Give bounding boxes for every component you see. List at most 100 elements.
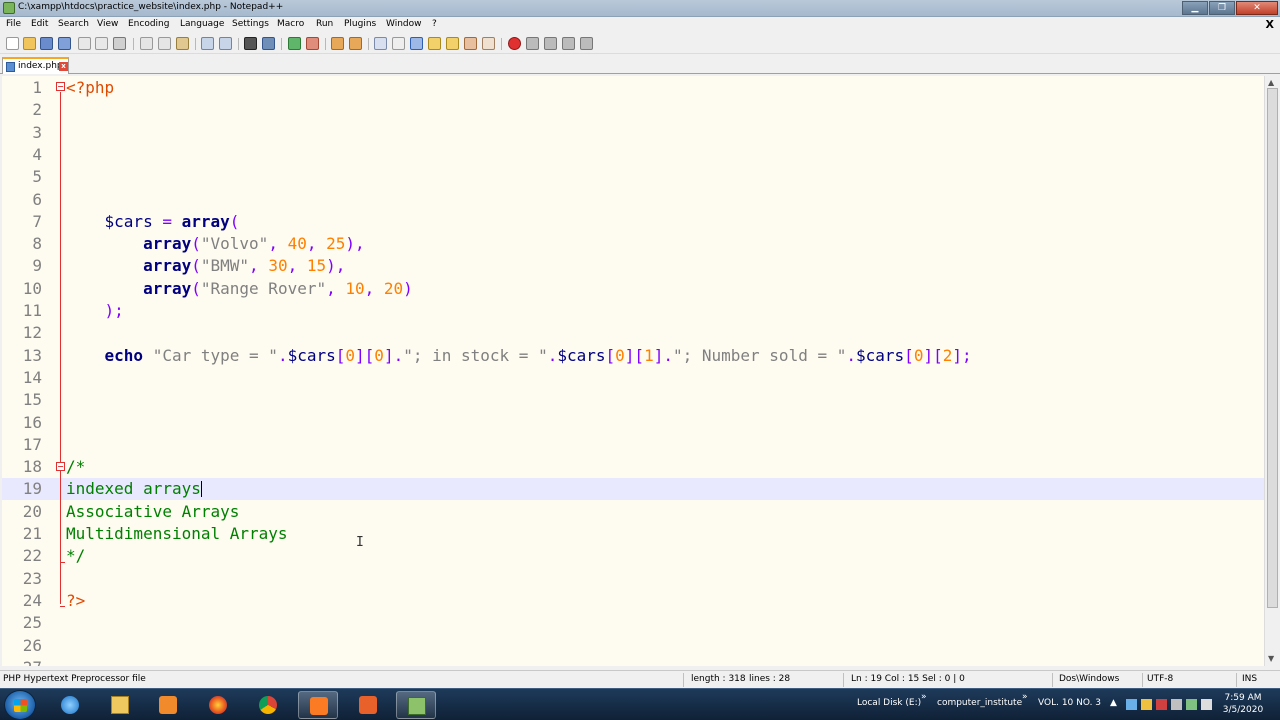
wifi-icon[interactable] (1186, 699, 1197, 710)
code-line[interactable]: 11 ); (2, 300, 1264, 322)
status-insert-mode[interactable]: INS (1242, 674, 1257, 684)
menu-encoding[interactable]: Encoding (128, 19, 169, 29)
taskbar-office[interactable] (348, 691, 388, 719)
code-line[interactable]: 17 (2, 434, 1264, 456)
code-line[interactable]: 14 (2, 367, 1264, 389)
code-line[interactable]: 21 Multidimensional Arrays (2, 523, 1264, 545)
start-button[interactable] (4, 690, 36, 720)
scroll-up-icon[interactable]: ▲ (1268, 78, 1274, 87)
code-line[interactable]: 5 (2, 166, 1264, 188)
open-file-icon[interactable] (23, 37, 36, 50)
play-macro-icon[interactable] (544, 37, 557, 50)
code-line[interactable]: 18 /* (2, 456, 1264, 478)
zoom-in-icon[interactable] (288, 37, 301, 50)
show-all-characters-icon[interactable] (392, 37, 405, 50)
close-document-icon[interactable]: X (1266, 18, 1274, 31)
menu-language[interactable]: Language (180, 19, 224, 29)
code-line[interactable]: 19 indexed arrays (2, 478, 1264, 501)
code-line[interactable]: 4 (2, 144, 1264, 166)
redo-icon[interactable] (219, 37, 232, 50)
indent-guide-icon[interactable] (410, 37, 423, 50)
minimize-button[interactable]: ▁ (1182, 1, 1208, 15)
vertical-scrollbar[interactable]: ▲ ▼ (1264, 76, 1280, 666)
code-line[interactable]: 9 array("BMW", 30, 15), (2, 255, 1264, 277)
taskbar-chrome[interactable] (248, 691, 288, 719)
replace-icon[interactable] (262, 37, 275, 50)
menu-search[interactable]: Search (58, 19, 89, 29)
print-icon[interactable] (113, 37, 126, 50)
undo-icon[interactable] (201, 37, 214, 50)
scrollbar-thumb[interactable] (1267, 88, 1278, 608)
save-macro-icon[interactable] (580, 37, 593, 50)
code-line[interactable]: 23 (2, 568, 1264, 590)
save-icon[interactable] (40, 37, 53, 50)
taskbar-notepadpp[interactable] (396, 691, 436, 719)
code-line[interactable]: 16 (2, 412, 1264, 434)
menu-edit[interactable]: Edit (31, 19, 48, 29)
menu-run[interactable]: Run (316, 19, 333, 29)
menu-view[interactable]: View (97, 19, 118, 29)
code-editor[interactable]: 1 <?php 2 3 4 5 6 7 $cars = array(8 array("Volv… (2, 76, 1264, 666)
stop-recording-icon[interactable] (526, 37, 539, 50)
close-button[interactable]: ✕ (1236, 1, 1278, 15)
record-macro-icon[interactable] (508, 37, 521, 50)
tab-index-php[interactable]: index.php x (2, 57, 69, 74)
function-list-icon[interactable] (464, 37, 477, 50)
word-wrap-icon[interactable] (374, 37, 387, 50)
taskbar-media-player[interactable] (148, 691, 188, 719)
fold-collapse-comment-icon[interactable]: − (56, 462, 65, 471)
code-line[interactable]: 6 (2, 189, 1264, 211)
sync-horizontal-icon[interactable] (349, 37, 362, 50)
taskbar-xampp[interactable] (298, 691, 338, 719)
menu-settings[interactable]: Settings (232, 19, 269, 29)
title-bar[interactable]: C:\xampp\htdocs\practice_website\index.p… (0, 0, 1280, 17)
taskbar-internet-explorer[interactable] (50, 691, 90, 719)
folder-workspace-icon[interactable] (482, 37, 495, 50)
user-language-icon[interactable] (428, 37, 441, 50)
copy-icon[interactable] (158, 37, 171, 50)
status-encoding[interactable]: UTF-8 (1147, 674, 1173, 684)
code-line[interactable]: 27 (2, 657, 1264, 666)
status-eol[interactable]: Dos\Windows (1059, 674, 1119, 684)
scroll-down-icon[interactable]: ▼ (1268, 654, 1274, 663)
menu-plugins[interactable]: Plugins (344, 19, 376, 29)
taskbar-file-explorer[interactable] (100, 691, 140, 719)
run-macro-multiple-icon[interactable] (562, 37, 575, 50)
security-icon[interactable] (1156, 699, 1167, 710)
code-line[interactable]: 15 (2, 389, 1264, 411)
code-line[interactable]: 25 (2, 612, 1264, 634)
save-all-icon[interactable] (58, 37, 71, 50)
tray-chevron-icon[interactable]: » (1022, 692, 1028, 702)
menu-help[interactable]: ? (432, 19, 437, 29)
code-line[interactable]: 20 Associative Arrays (2, 501, 1264, 523)
sync-vertical-icon[interactable] (331, 37, 344, 50)
power-icon[interactable] (1171, 699, 1182, 710)
menu-window[interactable]: Window (386, 19, 422, 29)
network-icon[interactable] (1126, 699, 1137, 710)
fold-collapse-php-icon[interactable]: − (56, 82, 65, 91)
find-icon[interactable] (244, 37, 257, 50)
taskbar-firefox[interactable] (198, 691, 238, 719)
code-line[interactable]: 2 (2, 99, 1264, 121)
code-line[interactable]: 26 (2, 635, 1264, 657)
system-clock[interactable]: 7:59 AM 3/5/2020 (1218, 692, 1268, 716)
tray-volume-label[interactable]: VOL. 10 NO. 3 (1038, 698, 1101, 708)
document-map-icon[interactable] (446, 37, 459, 50)
code-line[interactable]: 13 echo "Car type = ".$cars[0][0]."; in … (2, 345, 1264, 367)
code-line[interactable]: 1 <?php (2, 77, 1264, 99)
menu-macro[interactable]: Macro (277, 19, 304, 29)
tray-local-disk[interactable]: Local Disk (E:) (857, 698, 921, 708)
speaker-icon[interactable] (1201, 699, 1212, 710)
show-hidden-icons-icon[interactable]: ▲ (1110, 698, 1117, 708)
code-line[interactable]: 8 array("Volvo", 40, 25), (2, 233, 1264, 255)
paste-icon[interactable] (176, 37, 189, 50)
code-line[interactable]: 3 (2, 122, 1264, 144)
menu-file[interactable]: File (6, 19, 21, 29)
restore-button[interactable]: ❐ (1209, 1, 1235, 15)
code-line[interactable]: 12 (2, 322, 1264, 344)
zoom-out-icon[interactable] (306, 37, 319, 50)
code-line[interactable]: 10 array("Range Rover", 10, 20) (2, 278, 1264, 300)
close-file-icon[interactable] (78, 37, 91, 50)
action-center-flag-icon[interactable] (1141, 699, 1152, 710)
tray-chevron-icon[interactable]: » (921, 692, 927, 702)
